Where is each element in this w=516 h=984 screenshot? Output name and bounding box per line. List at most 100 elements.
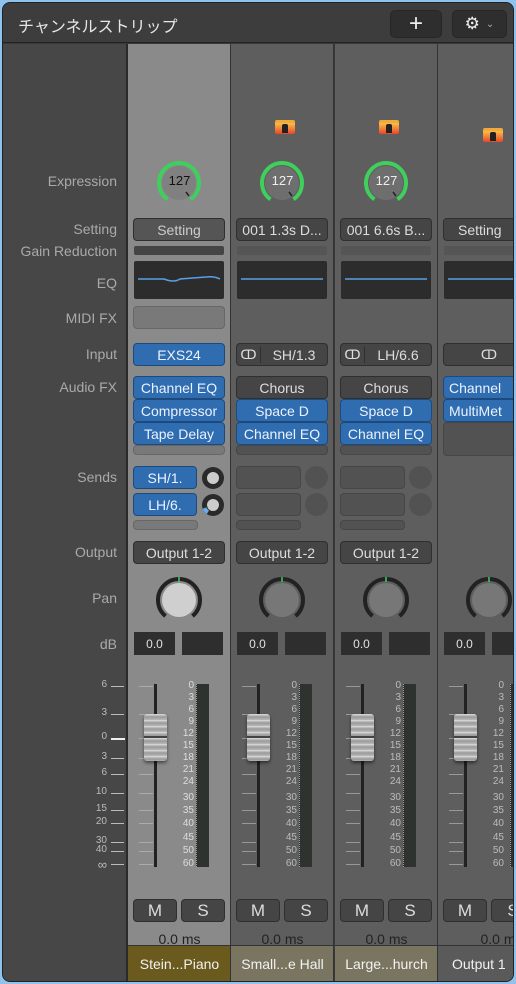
output-button[interactable]: Output 1-2 [133, 541, 225, 564]
fader-scale-label: ∞ [97, 857, 107, 872]
track-name[interactable]: Output 1 [438, 945, 513, 981]
volume-db-field[interactable]: 0.0 [341, 632, 382, 655]
audio-fx-slot[interactable]: Channel EQ [340, 422, 432, 445]
output-button[interactable]: Output 1-2 [236, 541, 328, 564]
mute-button[interactable]: M [133, 899, 177, 922]
meter-scale-label: 50 [182, 845, 194, 856]
volume-db-field[interactable]: 0.0 [134, 632, 175, 655]
audio-fx-empty-slot[interactable] [340, 445, 432, 455]
meter-scale-label: 9 [498, 716, 504, 727]
audio-fx-slot[interactable]: Compressor [133, 399, 225, 422]
send-empty-slot[interactable] [340, 493, 405, 516]
fader-tick [242, 842, 256, 843]
mute-button[interactable]: M [340, 899, 384, 922]
track-name[interactable]: Small...e Hall [231, 945, 333, 981]
meter-scale-label: 40 [389, 818, 401, 829]
track-name[interactable]: Large...hurch [335, 945, 437, 981]
meter-scale-label: 60 [492, 858, 504, 869]
audio-fx-empty-slot[interactable] [133, 445, 225, 455]
chevron-down-icon: ⌄ [485, 18, 495, 30]
audio-fx-slot[interactable]: Channel EQ [133, 376, 225, 399]
midi-fx-slot[interactable] [133, 306, 225, 329]
volume-db-field[interactable]: 0.0 [444, 632, 485, 655]
channel-strip[interactable]: Setting ↀ Channel MultiMet 0.0 0 3 6 9 12 15 18 21 24… [438, 44, 514, 981]
meter-scale-label: 0 [291, 680, 297, 691]
setting-button[interactable]: Setting [443, 218, 513, 241]
fader-scale-tick [111, 793, 124, 794]
pan-knob[interactable] [155, 576, 203, 624]
setting-button[interactable]: 001 1.3s D... [236, 218, 328, 241]
pan-knob[interactable] [258, 576, 306, 624]
send-knob-placeholder [305, 466, 328, 489]
volume-fader-cap[interactable] [351, 714, 374, 761]
input-plugin-button[interactable]: EXS24 [133, 343, 225, 366]
meter-scale-label: 60 [389, 858, 401, 869]
solo-button[interactable]: S [388, 899, 432, 922]
audio-fx-slot[interactable]: Chorus [236, 376, 328, 399]
mute-button[interactable]: M [443, 899, 487, 922]
fader-tick [449, 774, 463, 775]
send-empty-slot[interactable] [236, 520, 301, 530]
setting-button[interactable]: 001 6.6s B... [340, 218, 432, 241]
meter-scale-label: 24 [285, 776, 297, 787]
send-empty-slot[interactable] [340, 520, 405, 530]
solo-button[interactable]: S [284, 899, 328, 922]
meter-scale-label: 45 [285, 832, 297, 843]
mute-button[interactable]: M [236, 899, 280, 922]
audio-fx-slot[interactable]: Space D [340, 399, 432, 422]
solo-button[interactable]: S [181, 899, 225, 922]
fader-tick [449, 793, 463, 794]
input-button[interactable]: ↀ [443, 343, 513, 366]
label-expression: Expression [47, 173, 117, 189]
label-eq: EQ [96, 275, 117, 291]
meter-scale-label: 0 [188, 680, 194, 691]
meter-scale-label: 9 [291, 716, 297, 727]
send-slot[interactable]: SH/1. [133, 466, 197, 489]
gain-reduction-meter [134, 246, 224, 255]
send-empty-slot[interactable] [133, 520, 198, 530]
volume-db-field[interactable]: 0.0 [237, 632, 278, 655]
audio-fx-empty-slot[interactable] [236, 445, 328, 455]
eq-thumbnail[interactable] [134, 261, 224, 299]
audio-fx-slot[interactable]: Channel [443, 376, 513, 399]
audio-fx-slot[interactable]: Chorus [340, 376, 432, 399]
settings-menu-button[interactable]: ⚙ ⌄ [452, 10, 507, 38]
pan-knob[interactable] [362, 576, 410, 624]
solo-button[interactable]: S [491, 899, 513, 922]
fader-scale-label: 0 [101, 731, 107, 742]
send-slot[interactable]: LH/6. [133, 493, 197, 516]
audio-fx-slot[interactable]: Tape Delay [133, 422, 225, 445]
channel-strip[interactable]: 127 001 1.3s D... ↀ SH/1.3 Chorus Space D Chan… [231, 44, 334, 981]
send-level-knob[interactable] [201, 493, 225, 517]
audio-fx-empty-slot[interactable] [443, 422, 513, 456]
audio-fx-slot[interactable]: MultiMet [443, 399, 513, 422]
setting-button[interactable]: Setting [133, 218, 225, 241]
send-empty-slot[interactable] [340, 466, 405, 489]
meter-scale-label: 18 [285, 752, 297, 763]
fader-tick [139, 864, 153, 865]
gear-icon: ⚙ [464, 14, 480, 33]
plus-icon: + [408, 10, 423, 37]
pan-knob[interactable] [465, 576, 513, 624]
volume-fader-cap[interactable] [247, 714, 270, 761]
add-button[interactable]: + [390, 10, 442, 38]
input-button[interactable]: ↀ LH/6.6 [340, 343, 432, 366]
label-sends: Sends [77, 469, 117, 485]
volume-fader-cap[interactable] [454, 714, 477, 761]
volume-fader-cap[interactable] [144, 714, 167, 761]
send-empty-slot[interactable] [236, 493, 301, 516]
fader-scale-tick [111, 810, 124, 811]
audio-fx-slot[interactable]: Channel EQ [236, 422, 328, 445]
channel-strip[interactable]: 127 Setting EXS24 Channel EQ Compressor Tape … [128, 44, 231, 981]
eq-thumbnail[interactable] [341, 261, 431, 299]
label-setting: Setting [73, 221, 117, 237]
send-level-knob[interactable] [201, 466, 225, 490]
send-empty-slot[interactable] [236, 466, 301, 489]
channel-strip[interactable]: 127 001 6.6s B... ↀ LH/6.6 Chorus Space D Chan… [335, 44, 438, 981]
eq-thumbnail[interactable] [237, 261, 327, 299]
audio-fx-slot[interactable]: Space D [236, 399, 328, 422]
input-button[interactable]: ↀ SH/1.3 [236, 343, 328, 366]
eq-thumbnail[interactable] [444, 261, 514, 299]
output-button[interactable]: Output 1-2 [340, 541, 432, 564]
track-name[interactable]: Stein...Piano [128, 945, 230, 981]
